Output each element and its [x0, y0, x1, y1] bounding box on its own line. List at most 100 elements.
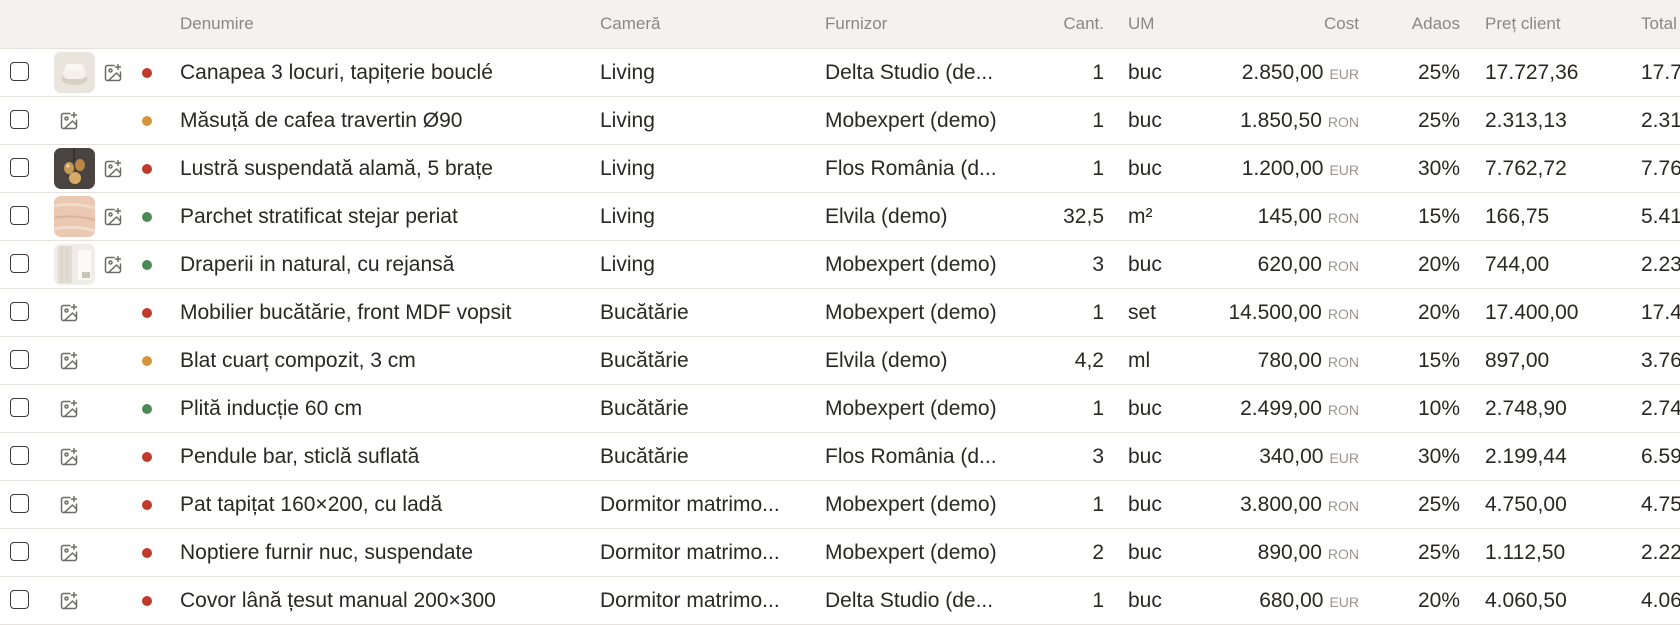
add-image-icon[interactable] — [59, 351, 79, 371]
item-markup[interactable]: 25% — [1370, 49, 1460, 96]
item-cost[interactable]: 340,00 EUR — [1160, 433, 1359, 480]
add-image-icon[interactable] — [103, 159, 123, 179]
item-qty[interactable]: 1 — [1020, 289, 1104, 336]
item-qty[interactable]: 2 — [1020, 529, 1104, 576]
add-image-icon[interactable] — [59, 447, 79, 467]
item-qty[interactable]: 1 — [1020, 145, 1104, 192]
row-checkbox[interactable] — [10, 542, 29, 561]
item-markup[interactable]: 20% — [1370, 241, 1460, 288]
table-row[interactable]: Mobilier bucătărie, front MDF vopsit Buc… — [0, 289, 1680, 337]
item-markup[interactable]: 30% — [1370, 145, 1460, 192]
item-markup[interactable]: 25% — [1370, 529, 1460, 576]
table-row[interactable]: Lustră suspendată alamă, 5 brațe Living … — [0, 145, 1680, 193]
table-row[interactable]: Parchet stratificat stejar periat Living… — [0, 193, 1680, 241]
table-row[interactable]: Măsuță de cafea travertin Ø90 Living Mob… — [0, 97, 1680, 145]
item-name[interactable]: Plită inducție 60 cm — [180, 385, 590, 432]
item-currency: RON — [1327, 498, 1359, 514]
item-name[interactable]: Covor lână țesut manual 200×300 — [180, 577, 590, 624]
row-checkbox[interactable] — [10, 206, 29, 225]
table-row[interactable]: Pendule bar, sticlă suflată Bucătărie Fl… — [0, 433, 1680, 481]
table-row[interactable]: Draperii in natural, cu rejansă Living M… — [0, 241, 1680, 289]
item-qty[interactable]: 3 — [1020, 241, 1104, 288]
add-image-icon[interactable] — [59, 111, 79, 131]
item-cost[interactable]: 620,00 RON — [1160, 241, 1359, 288]
add-image-icon[interactable] — [59, 591, 79, 611]
item-markup[interactable]: 30% — [1370, 433, 1460, 480]
item-cost[interactable]: 1.850,50 RON — [1160, 97, 1359, 144]
column-header-client-price[interactable]: Preț client — [1485, 0, 1561, 48]
row-checkbox[interactable] — [10, 446, 29, 465]
item-cost[interactable]: 2.850,00 EUR — [1160, 49, 1359, 96]
item-qty[interactable]: 32,5 — [1020, 193, 1104, 240]
item-markup[interactable]: 25% — [1370, 97, 1460, 144]
item-name[interactable]: Blat cuarț compozit, 3 cm — [180, 337, 590, 384]
table-row[interactable]: Noptiere furnir nuc, suspendate Dormitor… — [0, 529, 1680, 577]
item-cost[interactable]: 1.200,00 EUR — [1160, 145, 1359, 192]
item-qty[interactable]: 1 — [1020, 97, 1104, 144]
item-name[interactable]: Draperii in natural, cu rejansă — [180, 241, 590, 288]
item-name[interactable]: Canapea 3 locuri, tapițerie bouclé — [180, 49, 590, 96]
column-header-qty[interactable]: Cant. — [1020, 0, 1104, 48]
item-cost[interactable]: 14.500,00 RON — [1160, 289, 1359, 336]
item-markup[interactable]: 10% — [1370, 385, 1460, 432]
item-qty[interactable]: 1 — [1020, 385, 1104, 432]
row-checkbox[interactable] — [10, 110, 29, 129]
row-checkbox[interactable] — [10, 590, 29, 609]
item-markup[interactable]: 20% — [1370, 577, 1460, 624]
table-row[interactable]: Plită inducție 60 cm Bucătărie Mobexpert… — [0, 385, 1680, 433]
row-checkbox[interactable] — [10, 158, 29, 177]
column-header-supplier[interactable]: Furnizor — [825, 0, 887, 48]
item-name[interactable]: Măsuță de cafea travertin Ø90 — [180, 97, 590, 144]
table-row[interactable]: Blat cuarț compozit, 3 cm Bucătărie Elvi… — [0, 337, 1680, 385]
row-checkbox[interactable] — [10, 254, 29, 273]
item-name[interactable]: Pat tapițat 160×200, cu ladă — [180, 481, 590, 528]
item-markup[interactable]: 20% — [1370, 289, 1460, 336]
table-row[interactable]: Covor lână țesut manual 200×300 Dormitor… — [0, 577, 1680, 625]
item-cost[interactable]: 3.800,00 RON — [1160, 481, 1359, 528]
item-name[interactable]: Mobilier bucătărie, front MDF vopsit — [180, 289, 590, 336]
item-cost[interactable]: 2.499,00 RON — [1160, 385, 1359, 432]
item-markup[interactable]: 15% — [1370, 337, 1460, 384]
add-image-icon[interactable] — [103, 63, 123, 83]
item-name[interactable]: Noptiere furnir nuc, suspendate — [180, 529, 590, 576]
add-image-icon[interactable] — [59, 543, 79, 563]
row-checkbox[interactable] — [10, 494, 29, 513]
item-name[interactable]: Parchet stratificat stejar periat — [180, 193, 590, 240]
item-thumbnail[interactable] — [54, 196, 95, 237]
status-dot — [142, 596, 152, 606]
row-checkbox[interactable] — [10, 302, 29, 321]
item-cost[interactable]: 890,00 RON — [1160, 529, 1359, 576]
item-qty[interactable]: 1 — [1020, 577, 1104, 624]
table-row[interactable]: Pat tapițat 160×200, cu ladă Dormitor ma… — [0, 481, 1680, 529]
item-thumbnail[interactable] — [54, 244, 95, 285]
column-header-name[interactable]: Denumire — [180, 0, 254, 48]
item-thumbnail[interactable] — [54, 148, 95, 189]
column-header-cost[interactable]: Cost — [1180, 0, 1359, 48]
column-header-markup[interactable]: Adaos — [1370, 0, 1460, 48]
item-cost[interactable]: 145,00 RON — [1160, 193, 1359, 240]
item-qty[interactable]: 4,2 — [1020, 337, 1104, 384]
column-header-um[interactable]: UM — [1128, 0, 1154, 48]
column-header-room[interactable]: Cameră — [600, 0, 660, 48]
row-checkbox[interactable] — [10, 62, 29, 81]
add-image-icon[interactable] — [59, 399, 79, 419]
item-markup[interactable]: 15% — [1370, 193, 1460, 240]
item-qty[interactable]: 3 — [1020, 433, 1104, 480]
item-thumbnail[interactable] — [54, 52, 95, 93]
add-image-icon[interactable] — [59, 303, 79, 323]
item-total: 6.59 — [1641, 445, 1680, 468]
item-name[interactable]: Lustră suspendată alamă, 5 brațe — [180, 145, 590, 192]
column-header-total[interactable]: Total — [1641, 0, 1677, 48]
add-image-icon[interactable] — [103, 207, 123, 227]
item-cost[interactable]: 680,00 EUR — [1160, 577, 1359, 624]
table-row[interactable]: Canapea 3 locuri, tapițerie bouclé Livin… — [0, 49, 1680, 97]
row-checkbox[interactable] — [10, 398, 29, 417]
item-name[interactable]: Pendule bar, sticlă suflată — [180, 433, 590, 480]
add-image-icon[interactable] — [103, 255, 123, 275]
add-image-icon[interactable] — [59, 495, 79, 515]
item-qty[interactable]: 1 — [1020, 481, 1104, 528]
item-qty[interactable]: 1 — [1020, 49, 1104, 96]
item-cost[interactable]: 780,00 RON — [1160, 337, 1359, 384]
row-checkbox[interactable] — [10, 350, 29, 369]
item-markup[interactable]: 25% — [1370, 481, 1460, 528]
